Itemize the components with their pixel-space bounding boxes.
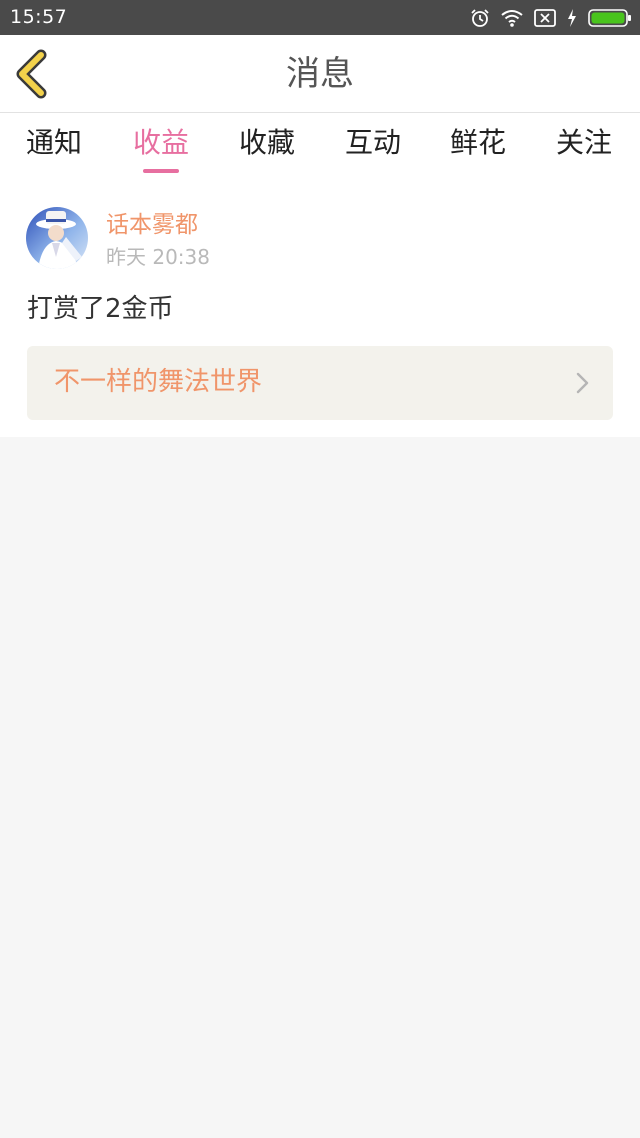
work-link-card[interactable]: 不一样的舞法世界 — [27, 346, 613, 420]
wifi-icon — [500, 8, 524, 28]
page-title: 消息 — [286, 54, 354, 94]
active-tab-indicator — [143, 169, 179, 173]
battery-level — [591, 12, 625, 24]
charging-icon — [566, 8, 578, 28]
message-timestamp: 昨天 20:38 — [106, 245, 210, 269]
avatar[interactable] — [26, 207, 88, 269]
alarm-icon — [470, 8, 490, 28]
status-bar: 15:57 — [0, 0, 640, 35]
tab-flowers[interactable]: 鲜花 — [450, 123, 506, 163]
battery-icon — [588, 8, 632, 28]
message-text: 打赏了2金币 — [27, 294, 174, 324]
tab-earnings[interactable]: 收益 — [133, 123, 189, 163]
work-title: 不一样的舞法世界 — [54, 367, 263, 397]
message-item: 话本雾都 昨天 20:38 打赏了2金币 不一样的舞法世界 — [0, 183, 640, 437]
tab-notifications[interactable]: 通知 — [26, 123, 82, 163]
tab-favorites[interactable]: 收藏 — [239, 123, 295, 163]
status-icons — [460, 6, 632, 30]
sim-blocked-icon — [534, 9, 556, 27]
status-time: 15:57 — [10, 6, 68, 28]
tab-follows[interactable]: 关注 — [556, 123, 612, 163]
nav-bar: 消息 — [0, 35, 640, 113]
user-name[interactable]: 话本雾都 — [106, 211, 198, 239]
tab-bar: 通知 收益 收藏 互动 鲜花 关注 — [0, 113, 640, 183]
chevron-right-icon — [576, 372, 589, 394]
tab-interactions[interactable]: 互动 — [345, 123, 401, 163]
